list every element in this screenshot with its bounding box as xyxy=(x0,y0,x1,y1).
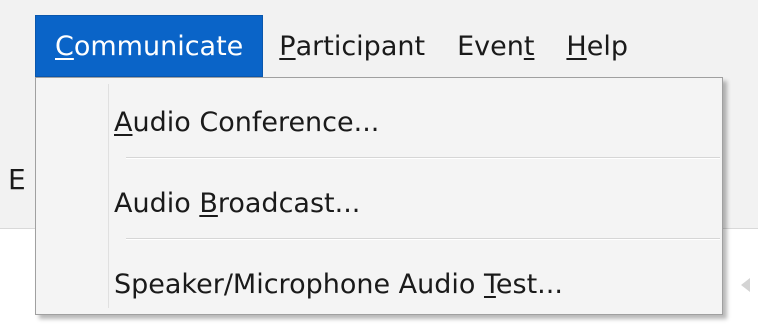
label-accelerator: B xyxy=(199,187,218,219)
menu-separator xyxy=(126,238,720,240)
label-post: est... xyxy=(495,268,563,300)
menu-item-audio-broadcast-label: Audio Broadcast... xyxy=(114,188,360,219)
label-pre: Audio xyxy=(114,187,200,219)
menu-event-pre: Even xyxy=(457,30,524,62)
menu-participant-post: articipant xyxy=(295,30,426,62)
menu-help[interactable]: Help xyxy=(550,15,644,77)
label-post: udio Conference... xyxy=(132,106,380,138)
menu-participant[interactable]: Participant xyxy=(263,15,441,77)
menu-separator xyxy=(126,157,720,159)
communicate-dropdown-menu: Audio Conference... Audio Broadcast... S… xyxy=(35,77,723,315)
menu-item-speaker-microphone-audio-test[interactable]: Speaker/Microphone Audio Test... xyxy=(36,256,722,312)
label-accelerator: A xyxy=(114,106,133,138)
label-post: roadcast... xyxy=(217,187,361,219)
menu-help-accelerator: H xyxy=(566,30,587,62)
menu-item-speaker-microphone-audio-test-label: Speaker/Microphone Audio Test... xyxy=(114,269,563,300)
scroll-arrow-left-icon xyxy=(741,278,750,292)
menu-event[interactable]: Even t xyxy=(441,15,550,77)
menu-help-post: elp xyxy=(586,30,628,62)
menu-communicate-accelerator: C xyxy=(55,30,74,62)
menu-item-audio-conference-label: Audio Conference... xyxy=(114,107,379,138)
menu-item-audio-conference[interactable]: Audio Conference... xyxy=(36,94,722,150)
label-pre: Speaker/Microphone Audio xyxy=(114,268,484,300)
menu-event-accelerator: t xyxy=(523,30,535,62)
menu-communicate[interactable]: Communicate xyxy=(35,15,264,77)
label-accelerator: T xyxy=(483,268,496,300)
menu-item-audio-broadcast[interactable]: Audio Broadcast... xyxy=(36,175,722,231)
menu-communicate-post: ommunicate xyxy=(73,30,244,62)
background-partial-text: E xyxy=(8,163,26,196)
menu-participant-accelerator: P xyxy=(279,30,296,62)
menu-bar: Communicate Participant Even t Help xyxy=(35,15,644,77)
